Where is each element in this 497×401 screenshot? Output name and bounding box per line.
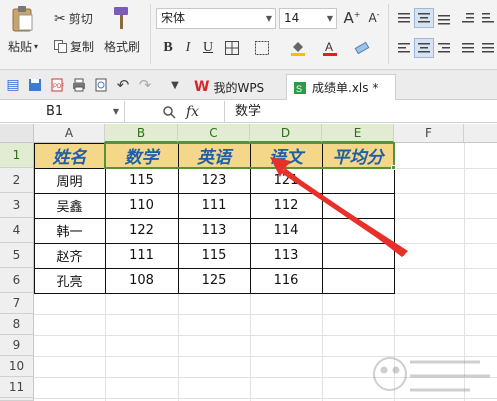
spreadsheet-window: 粘贴▾ ✂剪切 复制 格式刷 宋体 ▼ 14 ▼ A+ A- B I U [0, 0, 497, 401]
eraser-icon [354, 40, 370, 56]
copy-icon [54, 40, 67, 53]
bold-button[interactable]: B [158, 38, 178, 58]
underline-label: U [202, 40, 214, 55]
fill-color-button[interactable] [288, 38, 308, 58]
outdent-icon [481, 11, 495, 25]
font-name-dropdown[interactable]: 宋体 ▼ [156, 8, 276, 29]
chevron-down-icon: ▼ [112, 107, 119, 116]
font-color-icon: A [322, 40, 338, 56]
grow-font-button[interactable]: A + [342, 8, 362, 28]
wps-logo-icon: W [194, 79, 210, 95]
save-icon[interactable] [26, 76, 44, 94]
copy-label: 复制 [70, 40, 95, 54]
distribute-button[interactable] [478, 38, 497, 58]
cut-button[interactable]: ✂ 剪切 [54, 10, 93, 27]
indent-button[interactable] [458, 8, 478, 28]
spreadsheet-file-icon: S [293, 81, 307, 95]
grow-font-label: A [343, 9, 354, 27]
paint-bucket-icon [290, 40, 306, 56]
print-icon[interactable] [70, 76, 88, 94]
ribbon-divider [388, 4, 389, 64]
tab-my-wps-label: 我的WPS [213, 80, 265, 95]
font-size-value: 14 [284, 11, 300, 25]
italic-label: I [185, 40, 191, 55]
grid-icon [255, 41, 269, 55]
clear-format-button[interactable] [352, 38, 372, 58]
align-bottom-icon [437, 11, 451, 25]
copy-button[interactable]: 复制 [54, 38, 94, 55]
align-left-button[interactable] [394, 38, 414, 58]
svg-text:S: S [296, 84, 302, 94]
outdent-button[interactable] [478, 8, 497, 28]
format-painter-label: 格式刷 [104, 40, 141, 54]
ribbon-divider [150, 4, 151, 64]
font-name-value: 宋体 [161, 11, 186, 25]
chevron-down-icon: ▼ [326, 14, 333, 23]
align-center-icon [417, 41, 431, 55]
ribbon-toolbar: 粘贴▾ ✂剪切 复制 格式刷 宋体 ▼ 14 ▼ A+ A- B I U [0, 0, 497, 70]
zoom-icon[interactable] [160, 103, 178, 121]
align-left-icon [397, 41, 411, 55]
align-middle-icon [417, 11, 431, 25]
app-menu-icon[interactable]: ▤ [4, 76, 22, 94]
export-pdf-icon[interactable]: PDF [48, 76, 66, 94]
shrink-font-button[interactable]: A- [364, 8, 384, 28]
borders-button[interactable] [222, 38, 242, 58]
formula-input[interactable]: 数学 [224, 101, 497, 123]
insert-function-button[interactable]: fx [186, 101, 199, 123]
align-top-button[interactable] [394, 8, 414, 28]
bold-label: B [163, 40, 173, 55]
paste-button[interactable]: 粘贴 ▾ [8, 38, 38, 55]
borders-icon [225, 41, 239, 55]
format-painter-icon[interactable] [108, 4, 136, 32]
chevron-down-icon[interactable]: ▼ [166, 76, 184, 94]
watermark-logo [373, 357, 490, 392]
chevron-down-icon: ▼ [265, 14, 272, 23]
distribute-icon [481, 41, 495, 55]
name-box[interactable]: B1 ▼ [0, 101, 125, 123]
align-bottom-button[interactable] [434, 8, 454, 28]
italic-button[interactable]: I [178, 38, 198, 58]
shrink-font-label: A [368, 11, 377, 25]
spreadsheet-grid: A B C D E F 1 2 3 4 5 6 7 8 9 10 11 姓名 数… [0, 124, 497, 401]
formula-bar: B1 ▼ fx 数学 [0, 101, 497, 123]
cell-style-button[interactable] [252, 38, 272, 58]
formula-content: 数学 [235, 104, 262, 119]
align-center-button[interactable] [414, 38, 434, 58]
justify-icon [461, 41, 475, 55]
font-size-dropdown[interactable]: 14 ▼ [279, 8, 337, 29]
svg-text:A: A [325, 40, 333, 54]
align-right-icon [437, 41, 451, 55]
tab-score-sheet[interactable]: S 成绩单.xls * [286, 74, 396, 100]
cut-label: 剪切 [68, 12, 93, 26]
svg-text:PDF: PDF [53, 84, 64, 90]
align-right-button[interactable] [434, 38, 454, 58]
underline-button[interactable]: U [198, 38, 218, 58]
redo-icon[interactable]: ↷ [136, 76, 154, 94]
font-color-button[interactable]: A [320, 38, 340, 58]
cell-reference: B1 [46, 104, 64, 119]
tab-score-sheet-label: 成绩单.xls * [312, 81, 379, 95]
tab-my-wps[interactable]: W 我的WPS [188, 74, 270, 100]
paste-icon[interactable] [6, 4, 40, 34]
align-middle-button[interactable] [414, 8, 434, 28]
fx-label: fx [186, 104, 200, 120]
indent-icon [461, 11, 475, 25]
justify-button[interactable] [458, 38, 478, 58]
paste-label: 粘贴 [8, 40, 33, 54]
print-preview-icon[interactable] [92, 76, 110, 94]
undo-icon[interactable]: ↶ [114, 76, 132, 94]
scissors-icon: ✂ [54, 10, 66, 27]
format-painter-button[interactable]: 格式刷 [104, 38, 140, 55]
quick-access-tab-bar: ▤ PDF ↶ ↷ ▼ W 我的WPS S 成绩单.xls * [0, 70, 497, 100]
align-top-icon [397, 11, 411, 25]
